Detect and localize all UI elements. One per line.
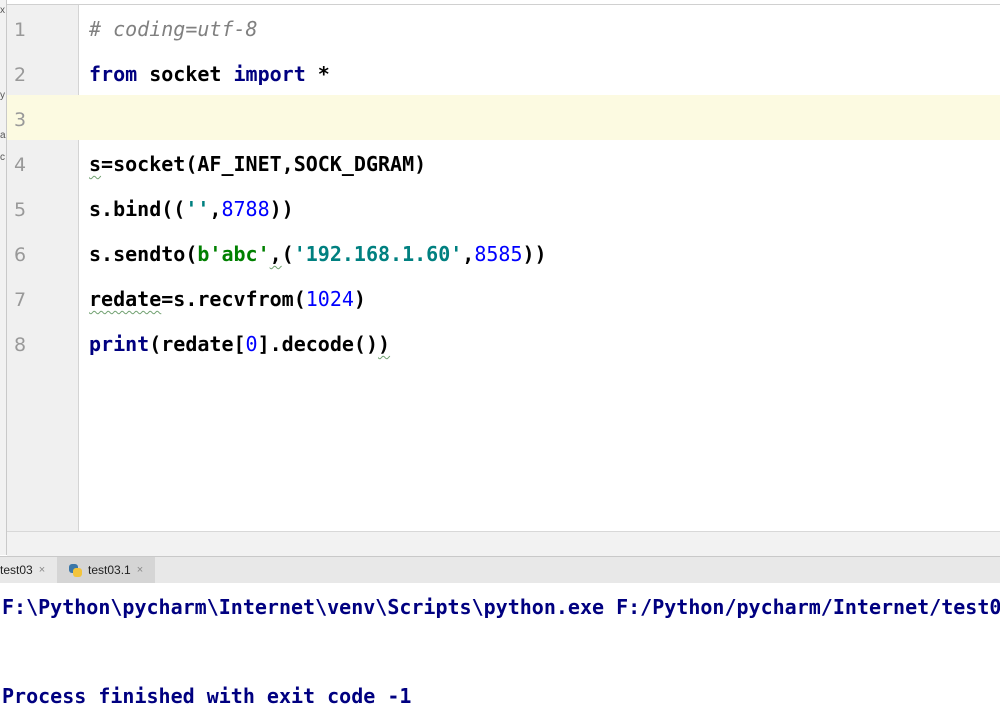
run-tab-label: test03.1 bbox=[88, 563, 131, 577]
left-strip-fragment: a bbox=[0, 130, 6, 141]
code-token-number: 1024 bbox=[305, 287, 354, 311]
python-icon bbox=[69, 563, 82, 577]
close-icon[interactable]: × bbox=[137, 564, 143, 576]
code-token-number: 8788 bbox=[221, 197, 270, 221]
left-tool-strip: x y a c bbox=[0, 0, 7, 555]
code-line[interactable]: 8 print(redate[0].decode()) bbox=[7, 320, 1000, 365]
code-token-plain: ( bbox=[281, 242, 294, 266]
code-token-comment: # coding=utf-8 bbox=[89, 17, 258, 41]
code-token-string: '' bbox=[185, 197, 210, 221]
line-number: 4 bbox=[14, 154, 27, 176]
run-tab-bar: test03 × test03.1 × bbox=[0, 556, 1000, 584]
gutter-cell[interactable]: 6 bbox=[7, 230, 78, 275]
code-text[interactable]: # coding=utf-8 bbox=[89, 17, 258, 41]
gutter-cell[interactable]: 4 bbox=[7, 140, 78, 185]
code-token-bytes: b'abc' bbox=[197, 242, 270, 266]
code-token-plain: * bbox=[305, 62, 330, 86]
run-console-output[interactable]: F:\Python\pycharm\Internet\venv\Scripts\… bbox=[0, 583, 1000, 704]
code-text[interactable]: from socket import * bbox=[89, 62, 330, 86]
gutter-cell[interactable]: 2 bbox=[7, 50, 78, 95]
line-number: 2 bbox=[14, 64, 27, 86]
console-exit-line: Process finished with exit code -1 bbox=[2, 684, 412, 704]
gutter-cell[interactable]: 8 bbox=[7, 320, 78, 365]
code-text[interactable]: print(redate[0].decode()) bbox=[89, 332, 390, 356]
code-token-plain: =s.recvfrom( bbox=[161, 287, 306, 311]
code-text[interactable]: redate=s.recvfrom(1024) bbox=[89, 287, 366, 311]
code-token-plain: =socket(AF_INET,SOCK_DGRAM) bbox=[101, 152, 427, 176]
code-editor[interactable]: 1 # coding=utf-8 2 from socket import * 3 4 s=… bbox=[7, 4, 1000, 532]
code-line[interactable]: 1 # coding=utf-8 bbox=[7, 5, 1000, 50]
code-line[interactable]: 7 redate=s.recvfrom(1024) bbox=[7, 275, 1000, 320]
code-token-plain: )) bbox=[269, 197, 294, 221]
code-text[interactable]: s.bind(('',8788)) bbox=[89, 197, 294, 221]
line-number: 5 bbox=[14, 199, 27, 221]
code-line[interactable]: 5 s.bind(('',8788)) bbox=[7, 185, 1000, 230]
run-tab-label: test03 bbox=[0, 563, 33, 577]
line-number: 8 bbox=[14, 334, 27, 356]
code-token-keyword: from bbox=[89, 62, 138, 86]
line-number: 1 bbox=[14, 19, 27, 41]
code-token-string: '192.168.1.60' bbox=[293, 242, 463, 266]
code-line[interactable]: 6 s.sendto(b'abc',('192.168.1.60',8585)) bbox=[7, 230, 1000, 275]
code-token-number: 0 bbox=[245, 332, 258, 356]
code-token-plain: socket bbox=[137, 62, 234, 86]
code-token-plain: , bbox=[462, 242, 475, 266]
code-token-plain: ) bbox=[378, 332, 391, 356]
code-token-number: 8585 bbox=[474, 242, 523, 266]
code-token-plain: ) bbox=[353, 287, 366, 311]
code-token-plain: ].decode() bbox=[257, 332, 379, 356]
left-strip-fragment: y bbox=[0, 90, 5, 101]
run-tab-test03-1[interactable]: test03.1 × bbox=[57, 557, 155, 583]
left-strip-fragment: c bbox=[0, 152, 5, 163]
code-line[interactable]: 3 bbox=[7, 95, 1000, 140]
editor-horizontal-scroll-area[interactable] bbox=[7, 531, 1000, 556]
console-command-line: F:\Python\pycharm\Internet\venv\Scripts\… bbox=[2, 595, 1000, 619]
code-token-plain: (redate[ bbox=[149, 332, 246, 356]
code-token-keyword: import bbox=[233, 62, 306, 86]
gutter-cell[interactable]: 1 bbox=[7, 5, 78, 50]
code-token-plain: redate bbox=[89, 287, 162, 311]
gutter-cell[interactable]: 7 bbox=[7, 275, 78, 320]
code-token-plain: , bbox=[209, 197, 222, 221]
left-strip-fragment: x bbox=[0, 5, 5, 16]
code-text[interactable]: s=socket(AF_INET,SOCK_DGRAM) bbox=[89, 152, 426, 176]
code-line[interactable]: 4 s=socket(AF_INET,SOCK_DGRAM) bbox=[7, 140, 1000, 185]
run-tab-test03[interactable]: test03 × bbox=[0, 557, 57, 583]
line-number: 7 bbox=[14, 289, 27, 311]
code-token-plain: s.bind(( bbox=[89, 197, 186, 221]
line-number: 3 bbox=[14, 109, 27, 131]
code-token-plain: s.sendto( bbox=[89, 242, 198, 266]
close-icon[interactable]: × bbox=[39, 564, 45, 576]
code-token-plain: )) bbox=[522, 242, 547, 266]
code-line[interactable]: 2 from socket import * bbox=[7, 50, 1000, 95]
gutter-cell[interactable]: 3 bbox=[7, 95, 78, 140]
code-token-keyword: print bbox=[89, 332, 150, 356]
code-text[interactable]: s.sendto(b'abc',('192.168.1.60',8585)) bbox=[89, 242, 547, 266]
code-token-plain: , bbox=[269, 242, 282, 266]
gutter-cell[interactable]: 5 bbox=[7, 185, 78, 230]
line-number: 6 bbox=[14, 244, 27, 266]
code-token-plain: s bbox=[89, 152, 102, 176]
